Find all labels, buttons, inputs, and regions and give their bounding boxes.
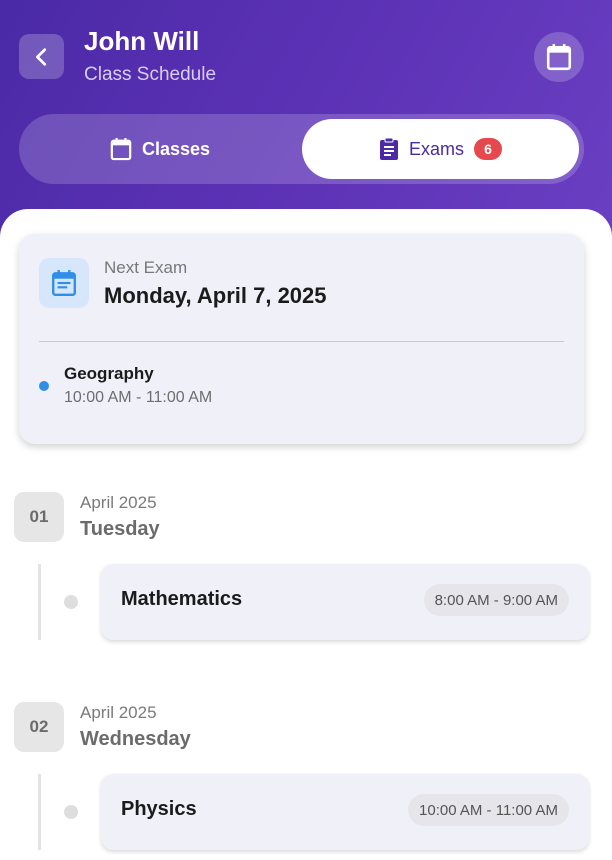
day-number-badge: 02 (14, 702, 64, 752)
next-exam-icon-box (39, 258, 89, 308)
next-exam-label: Next Exam (104, 258, 188, 277)
timeline-dot (64, 595, 78, 609)
tab-classes[interactable]: Classes (19, 114, 301, 184)
exam-card-physics[interactable]: Physics 10:00 AM - 11:00 AM (101, 774, 589, 850)
tab-exams-label: Exams (408, 138, 464, 159)
exam-time-pill: 10:00 AM - 11:00 AM (408, 794, 569, 826)
day-weekday: Tuesday (80, 518, 160, 540)
tab-exams[interactable]: Exams 6 (302, 119, 579, 179)
exams-count-badge: 6 (474, 138, 502, 160)
calendar-event-icon (52, 270, 76, 297)
clipboard-icon (379, 137, 398, 160)
timeline-dot (64, 805, 78, 819)
header: John Will Class Schedule Classes Exams 6 (0, 0, 612, 240)
exam-card-mathematics[interactable]: Mathematics 8:00 AM - 9:00 AM (101, 564, 589, 640)
exam-time-pill: 8:00 AM - 9:00 AM (423, 584, 569, 616)
timeline-line (38, 564, 41, 640)
calendar-icon (110, 138, 132, 161)
calendar-button[interactable] (534, 32, 584, 82)
exam-subject: Physics (121, 798, 197, 820)
day-month: April 2025 (80, 493, 157, 512)
page-subtitle: Class Schedule (84, 64, 217, 85)
day-month: April 2025 (80, 703, 157, 722)
divider (39, 341, 564, 342)
tab-bar: Classes Exams 6 (19, 114, 584, 184)
back-button[interactable] (19, 34, 64, 79)
next-exam-date: Monday, April 7, 2025 (104, 283, 327, 308)
exam-subject: Mathematics (121, 588, 243, 610)
exam-dot (39, 381, 49, 391)
chevron-left-icon (35, 47, 46, 66)
next-exam-card[interactable]: Next Exam Monday, April 7, 2025 Geograph… (19, 234, 584, 444)
timeline-line (38, 774, 41, 850)
calendar-icon (546, 44, 572, 71)
page-title: John Will (84, 26, 200, 56)
day-weekday: Wednesday (80, 728, 191, 750)
next-exam-subject: Geography (64, 364, 154, 383)
next-exam-time: 10:00 AM - 11:00 AM (64, 389, 213, 406)
day-number-badge: 01 (14, 492, 64, 542)
tab-classes-label: Classes (141, 138, 211, 159)
